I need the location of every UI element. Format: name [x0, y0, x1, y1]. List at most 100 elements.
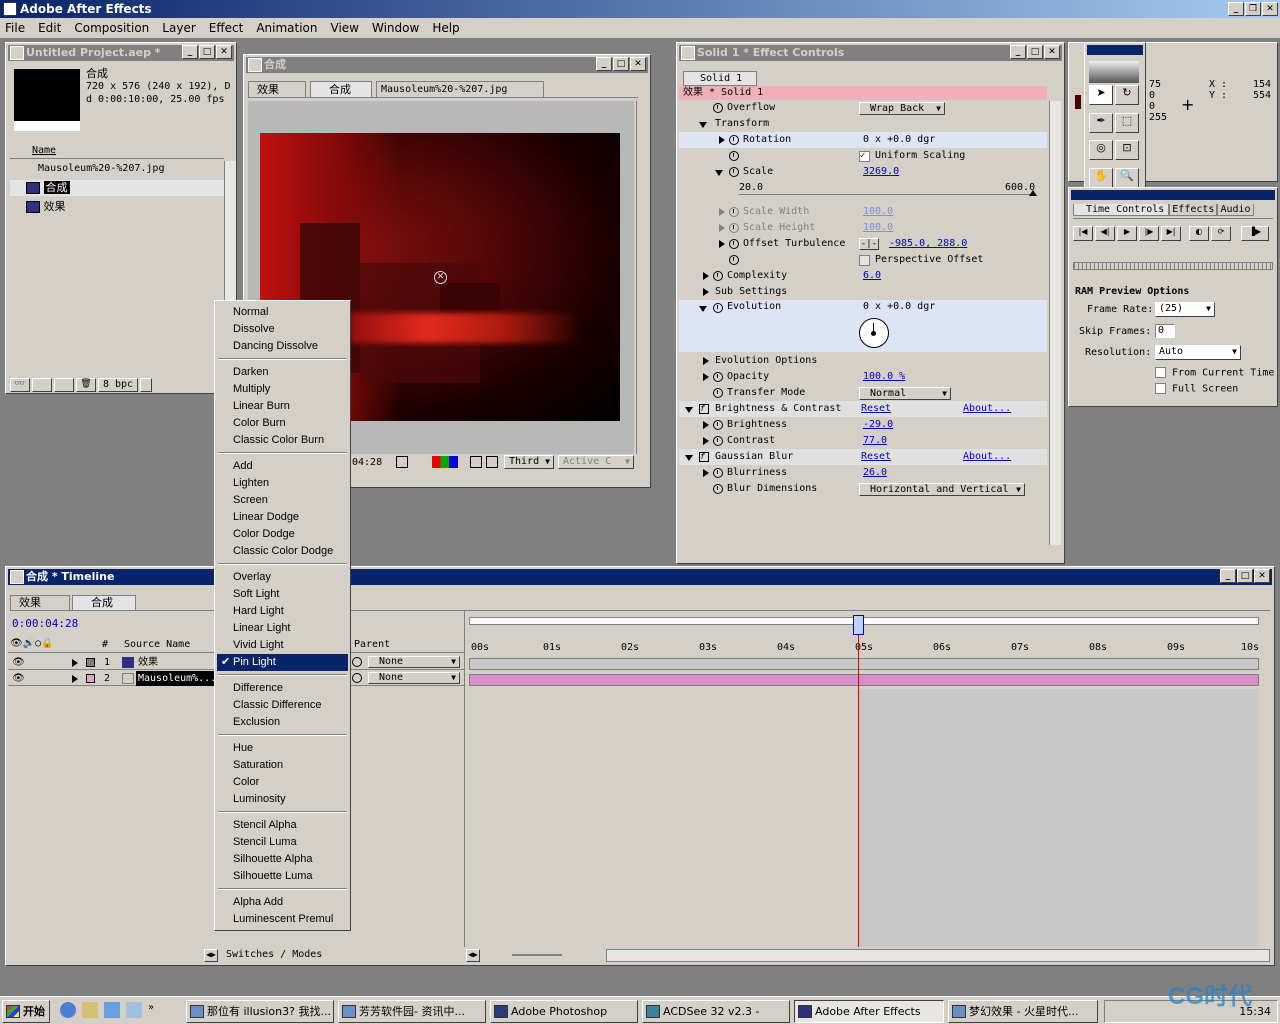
- ie-icon[interactable]: [60, 1002, 76, 1018]
- minimize-button[interactable]: _: [1220, 569, 1236, 583]
- layer-name[interactable]: Mausoleum%...: [136, 671, 216, 686]
- complexity-value[interactable]: 6.0: [863, 268, 881, 284]
- close-button[interactable]: ✕: [630, 57, 646, 71]
- menu-item-color-dodge[interactable]: Color Dodge: [217, 526, 348, 543]
- bc-reset-link[interactable]: Reset: [861, 401, 891, 417]
- scale-value[interactable]: 3269.0: [863, 164, 899, 180]
- stopwatch-icon[interactable]: [713, 436, 723, 446]
- contrast-value[interactable]: 77.0: [863, 433, 887, 449]
- zoom-slider[interactable]: [512, 954, 562, 956]
- layer-bar[interactable]: [469, 674, 1259, 686]
- tools-titlebar[interactable]: [1087, 45, 1143, 55]
- comp-vscroll[interactable]: [636, 101, 648, 454]
- stopwatch-icon[interactable]: [729, 223, 739, 233]
- stopwatch-icon[interactable]: [729, 167, 739, 177]
- blurriness-value[interactable]: 26.0: [863, 465, 887, 481]
- stopwatch-icon[interactable]: [729, 151, 739, 161]
- current-time-indicator[interactable]: [858, 615, 859, 947]
- menu-item-hard-light[interactable]: Hard Light: [217, 603, 348, 620]
- collapse-icon[interactable]: [703, 272, 709, 280]
- outlook-icon[interactable]: [82, 1002, 98, 1018]
- start-button[interactable]: 开始: [2, 1000, 50, 1023]
- menu-layer[interactable]: Layer: [162, 18, 195, 38]
- layer-name[interactable]: 效果: [138, 655, 158, 670]
- uniform-checkbox[interactable]: ✓: [859, 151, 870, 162]
- menu-item-classic-difference[interactable]: Classic Difference: [217, 697, 348, 714]
- region-icon[interactable]: [470, 456, 482, 468]
- collapse-icon[interactable]: [703, 469, 709, 477]
- audio-icon[interactable]: ◐: [1189, 226, 1209, 241]
- menu-item-stencil-alpha[interactable]: Stencil Alpha: [217, 817, 348, 834]
- menu-window[interactable]: Window: [372, 18, 419, 38]
- stopwatch-icon[interactable]: [729, 239, 739, 249]
- menu-animation[interactable]: Animation: [256, 18, 317, 38]
- gb-about-link[interactable]: About...: [963, 449, 1011, 465]
- pickwhip-icon[interactable]: [352, 673, 362, 683]
- minimize-button[interactable]: _: [596, 57, 612, 71]
- orbit-tool-icon[interactable]: ◎: [1089, 140, 1113, 160]
- group-sub-settings[interactable]: Sub Settings: [679, 284, 1047, 300]
- timeline-nav-icon[interactable]: ◀▶: [466, 949, 480, 962]
- evolution-dial[interactable]: [859, 318, 889, 348]
- skip-frames-input[interactable]: 0: [1155, 324, 1175, 338]
- ram-preview-icon[interactable]: ▐▶: [1241, 226, 1269, 241]
- menu-item-classic-color-burn[interactable]: Classic Color Burn: [217, 432, 348, 449]
- pan-behind-tool-icon[interactable]: ⊡: [1115, 140, 1139, 160]
- collapse-icon[interactable]: [72, 659, 78, 667]
- collapse-icon[interactable]: [719, 224, 725, 232]
- label-color[interactable]: [86, 674, 95, 683]
- stopwatch-icon[interactable]: [713, 484, 723, 494]
- collapse-icon[interactable]: [703, 421, 709, 429]
- menu-item-classic-color-dodge[interactable]: Classic Color Dodge: [217, 543, 348, 560]
- channel-icon[interactable]: [432, 456, 458, 468]
- collapse-icon[interactable]: [719, 240, 725, 248]
- menu-item-linear-burn[interactable]: Linear Burn: [217, 398, 348, 415]
- menu-item-normal[interactable]: Normal: [217, 304, 348, 321]
- minimize-button[interactable]: _: [1228, 2, 1244, 16]
- current-time-marker[interactable]: [853, 615, 864, 635]
- play-icon[interactable]: ▶: [1117, 226, 1137, 241]
- more-icon[interactable]: »: [148, 1002, 154, 1020]
- last-frame-icon[interactable]: ▶|: [1161, 226, 1181, 241]
- blur-dimensions-dropdown[interactable]: Horizontal and Vertical: [859, 483, 1025, 496]
- tab-time-controls[interactable]: Time Controls: [1073, 204, 1170, 216]
- menu-item-hue[interactable]: Hue: [217, 740, 348, 757]
- expand-icon[interactable]: [715, 170, 723, 176]
- stopwatch-icon[interactable]: [713, 468, 723, 478]
- fx-icon[interactable]: f: [699, 452, 709, 462]
- menu-view[interactable]: View: [331, 18, 359, 38]
- zoom-tool-icon[interactable]: 🔍: [1115, 167, 1139, 188]
- tab-effects[interactable]: 效果: [10, 595, 70, 611]
- list-item[interactable]: Mausoleum%20-%207.jpg: [10, 161, 224, 177]
- gb-reset-link[interactable]: Reset: [861, 449, 891, 465]
- task-button[interactable]: 那位有 illusion3? 我找...: [186, 1000, 334, 1023]
- menu-help[interactable]: Help: [432, 18, 459, 38]
- task-button[interactable]: 梦幻效果 - 火星时代...: [948, 1000, 1098, 1023]
- menu-item-color-burn[interactable]: Color Burn: [217, 415, 348, 432]
- parent-dropdown[interactable]: None: [368, 672, 460, 684]
- stopwatch-icon[interactable]: [729, 135, 739, 145]
- media-icon[interactable]: [126, 1002, 142, 1018]
- perspective-checkbox[interactable]: [859, 255, 870, 266]
- menu-item-linear-dodge[interactable]: Linear Dodge: [217, 509, 348, 526]
- stopwatch-icon[interactable]: [713, 303, 723, 313]
- bc-about-link[interactable]: About...: [963, 401, 1011, 417]
- label-color[interactable]: [86, 658, 95, 667]
- menu-item-exclusion[interactable]: Exclusion: [217, 714, 348, 731]
- column-num[interactable]: #: [102, 639, 108, 650]
- from-current-checkbox[interactable]: [1155, 367, 1166, 378]
- column-source-name[interactable]: Source Name: [124, 639, 190, 650]
- tab-comp[interactable]: 合成: [72, 595, 136, 611]
- task-button[interactable]: ACDSee 32 v2.3 -: [642, 1000, 790, 1023]
- stopwatch-icon[interactable]: [713, 420, 723, 430]
- menu-item-luminosity[interactable]: Luminosity: [217, 791, 348, 808]
- comp-time[interactable]: 04:28: [352, 457, 382, 468]
- collapse-icon[interactable]: [72, 675, 78, 683]
- brightness-value[interactable]: -29.0: [863, 417, 893, 433]
- desktop-icon[interactable]: [104, 1002, 120, 1018]
- collapse-icon[interactable]: [719, 136, 725, 144]
- stopwatch-icon[interactable]: [713, 103, 723, 113]
- stopwatch-icon[interactable]: [713, 388, 723, 398]
- scroll-left-icon[interactable]: [140, 378, 152, 392]
- list-item[interactable]: 效果: [10, 199, 224, 215]
